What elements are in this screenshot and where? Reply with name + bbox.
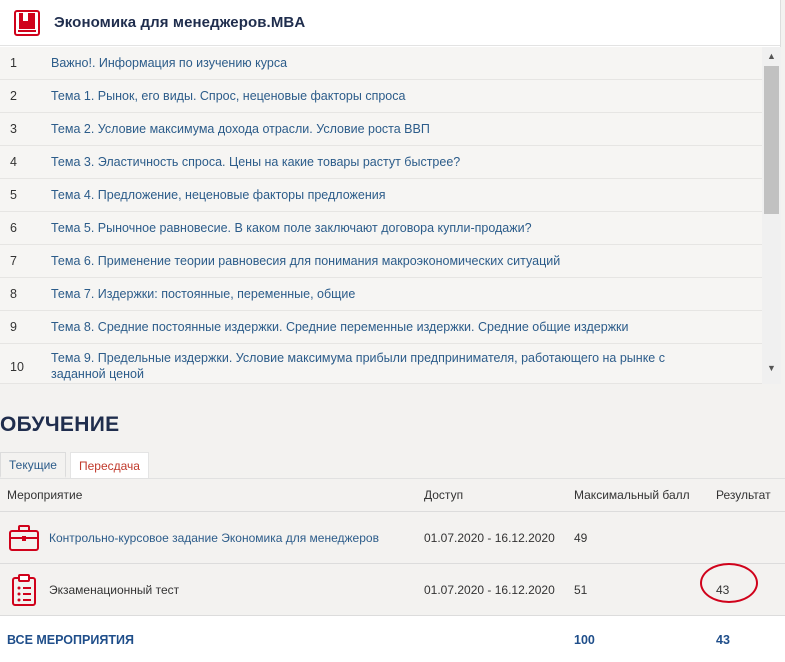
topic-row[interactable]: 7 Тема 6. Применение теории равновесия дл… xyxy=(0,245,762,278)
briefcase-icon xyxy=(7,521,41,555)
course-card: Экономика для менеджеров.MBA 1 Важно!. Ин… xyxy=(0,0,781,384)
topic-row[interactable]: 1 Важно!. Информация по изучению курса xyxy=(0,47,762,80)
column-access: Доступ xyxy=(424,488,464,502)
topic-row[interactable]: 9 Тема 8. Средние постоянные издержки. Ср… xyxy=(0,311,762,344)
topic-number: 4 xyxy=(10,155,17,169)
topics-list: 1 Важно!. Информация по изучению курса 2 Те… xyxy=(0,47,762,384)
event-name[interactable]: Контрольно-курсовое задание Экономика дл… xyxy=(49,531,379,545)
tabs: Текущие Пересдача xyxy=(0,452,149,478)
topic-link[interactable]: Тема 8. Средние постоянные издержки. Сре… xyxy=(51,319,762,335)
event-max: 49 xyxy=(574,530,588,545)
column-max-score: Максимальный балл xyxy=(574,488,690,502)
topic-number: 8 xyxy=(10,287,17,301)
course-title[interactable]: Экономика для менеджеров.MBA xyxy=(54,14,305,31)
events-header: Мероприятие Доступ Максимальный балл Рез… xyxy=(0,478,785,512)
total-label[interactable]: ВСЕ МЕРОПРИЯТИЯ xyxy=(0,633,424,647)
scroll-thumb[interactable] xyxy=(764,66,779,214)
total-result: 43 xyxy=(716,632,730,647)
total-row: ВСЕ МЕРОПРИЯТИЯ 100 43 xyxy=(0,616,785,662)
topic-link[interactable]: Тема 3. Эластичность спроса. Цены на как… xyxy=(51,154,762,170)
section-title: ОБУЧЕНИЕ xyxy=(0,413,120,436)
total-max: 100 xyxy=(574,632,595,647)
topic-number: 2 xyxy=(10,89,17,103)
topic-number: 1 xyxy=(10,56,17,70)
tab-retake[interactable]: Пересдача xyxy=(69,452,149,478)
topic-row[interactable]: 4 Тема 3. Эластичность спроса. Цены на ка… xyxy=(0,146,762,179)
topic-link[interactable]: Важно!. Информация по изучению курса xyxy=(51,55,762,71)
scroll-down-arrow-icon[interactable]: ▼ xyxy=(762,359,781,376)
topic-row[interactable]: 2 Тема 1. Рынок, его виды. Спрос, неценов… xyxy=(0,80,762,113)
topic-number: 5 xyxy=(10,188,17,202)
topic-number: 10 xyxy=(10,360,24,374)
events-table: Мероприятие Доступ Максимальный балл Рез… xyxy=(0,478,785,662)
topic-row[interactable]: 8 Тема 7. Издержки: постоянные, переменны… xyxy=(0,278,762,311)
topic-number: 7 xyxy=(10,254,17,268)
event-name: Экзаменационный тест xyxy=(49,582,180,597)
column-result: Результат xyxy=(716,488,771,502)
topic-row[interactable]: 5 Тема 4. Предложение, неценовые факторы … xyxy=(0,179,762,212)
topic-link[interactable]: Тема 9. Предельные издержки. Условие мак… xyxy=(51,350,762,382)
clipboard-icon xyxy=(7,573,41,607)
topic-row[interactable]: 3 Тема 2. Условие максимума дохода отрасл… xyxy=(0,113,762,146)
topic-link[interactable]: Тема 5. Рыночное равновесие. В каком пол… xyxy=(51,220,762,236)
table-row: Контрольно-курсовое задание Экономика дл… xyxy=(0,512,785,564)
event-max: 51 xyxy=(574,582,588,597)
topic-link[interactable]: Тема 6. Применение теории равновесия для… xyxy=(51,253,762,269)
table-row: Экзаменационный тест 01.07.2020 - 16.12.… xyxy=(0,562,785,616)
topic-link[interactable]: Тема 7. Издержки: постоянные, переменные… xyxy=(51,286,762,302)
scrollbar[interactable]: ▲ ▼ xyxy=(762,47,781,384)
highlight-circle xyxy=(700,562,758,603)
topic-link[interactable]: Тема 2. Условие максимума дохода отрасли… xyxy=(51,121,762,137)
topic-number: 9 xyxy=(10,320,17,334)
topic-number: 3 xyxy=(10,122,17,136)
scroll-up-arrow-icon[interactable]: ▲ xyxy=(762,47,781,64)
topic-number: 6 xyxy=(10,221,17,235)
tab-current[interactable]: Текущие xyxy=(0,452,66,478)
event-result-cell: 43 xyxy=(700,562,785,603)
event-access: 01.07.2020 - 16.12.2020 xyxy=(424,530,555,545)
topic-row[interactable]: 6 Тема 5. Рыночное равновесие. В каком по… xyxy=(0,212,762,245)
topic-link[interactable]: Тема 4. Предложение, неценовые факторы п… xyxy=(51,187,762,203)
event-access: 01.07.2020 - 16.12.2020 xyxy=(424,582,555,597)
course-header: Экономика для менеджеров.MBA xyxy=(0,0,780,46)
book-icon xyxy=(12,8,42,38)
topic-row[interactable]: 10 Тема 9. Предельные издержки. Условие м… xyxy=(0,344,762,384)
column-event: Мероприятие xyxy=(7,488,83,502)
topic-link[interactable]: Тема 1. Рынок, его виды. Спрос, неценовы… xyxy=(51,88,762,104)
